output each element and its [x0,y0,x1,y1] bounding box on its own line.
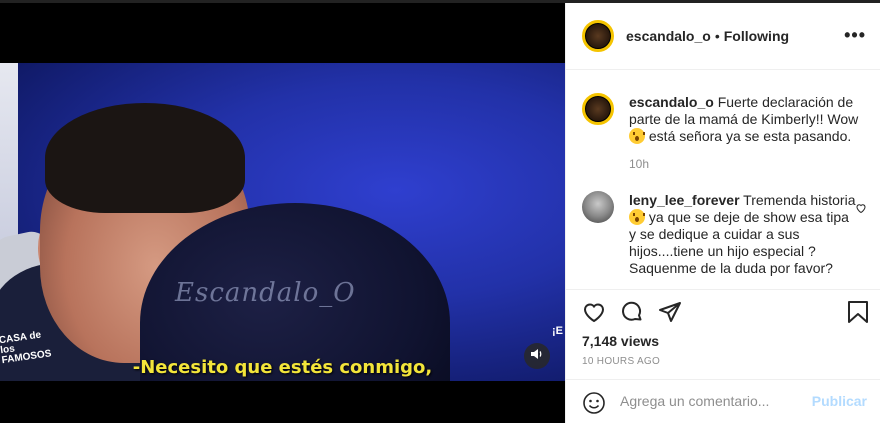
man-hair [45,103,245,213]
publish-button[interactable]: Publicar [812,393,867,409]
smile-icon[interactable] [582,391,606,420]
like-comment-heart-icon[interactable] [855,201,867,219]
separator-dot: • [714,28,720,44]
surprised-emoji-icon [629,128,645,144]
comment-body-end: ya que se deje de show esa tipa y se ded… [629,209,849,276]
comments-list[interactable]: escandalo_o Fuerte declaración de parte … [566,71,880,289]
comment-text: leny_lee_forever Tremenda historia ya qu… [629,192,859,277]
bookmark-icon[interactable] [847,300,869,329]
following-button[interactable]: Following [724,28,789,44]
avatar[interactable] [582,20,614,52]
speaker-icon [530,347,544,366]
view-count[interactable]: 7,148 views [582,333,659,349]
heart-icon[interactable] [582,300,606,329]
comment-username[interactable]: leny_lee_forever [629,192,740,208]
post-timestamp[interactable]: 10 HOURS AGO [582,356,660,367]
more-icon[interactable]: ••• [844,25,866,46]
comment-input[interactable] [620,393,810,409]
post-header: escandalo_o • Following ••• [566,3,880,70]
caption-text: escandalo_o Fuerte declaración de parte … [629,94,859,145]
list-item: leny_lee_forever Tremenda historia ya qu… [582,191,855,276]
add-comment-bar: Publicar [566,379,880,423]
username-link[interactable]: escandalo_o [626,28,711,44]
post-actions: 7,148 views 10 HOURS AGO [566,289,880,379]
caption-username[interactable]: escandalo_o [629,94,714,110]
watermark: Escandalo_O [175,278,356,308]
video-frame[interactable]: CASA de los FAMOSOS ¡E Escandalo_O -Nece… [0,63,565,381]
surprised-emoji-icon [629,209,645,225]
caption-time[interactable]: 10h [629,157,649,171]
avatar[interactable] [582,191,614,223]
comment-body: Tremenda historia [739,192,856,208]
caption-body-end: está señora ya se esta pasando. [645,128,852,144]
video-player[interactable]: CASA de los FAMOSOS ¡E Escandalo_O -Nece… [0,3,565,423]
action-icons [582,300,682,329]
avatar[interactable] [582,93,614,125]
share-icon[interactable] [658,300,682,329]
channel-mark: ¡E [552,325,563,337]
subtitle: -Necesito que estés conmigo, [132,357,433,378]
post-sidebar: escandalo_o • Following ••• escandalo_o … [565,3,880,423]
comment-icon[interactable] [620,300,644,329]
sound-toggle-button[interactable] [524,343,550,369]
